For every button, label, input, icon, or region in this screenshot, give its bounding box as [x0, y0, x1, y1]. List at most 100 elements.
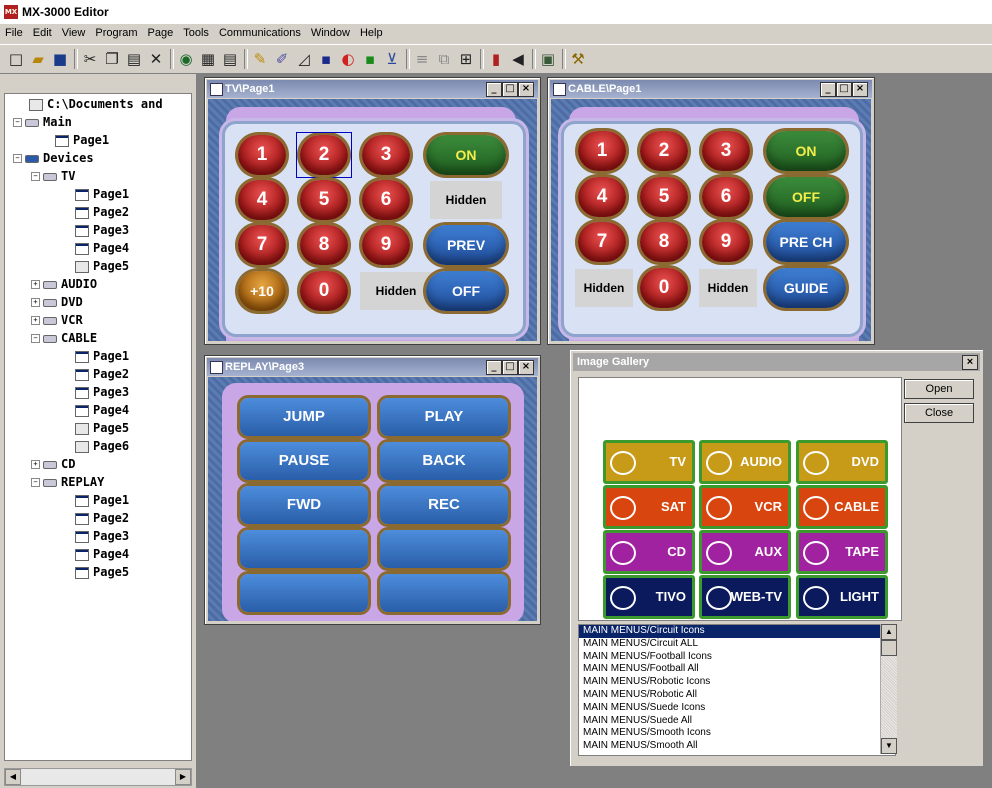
maximize-button[interactable]: □	[502, 360, 518, 375]
tree-tv-page2[interactable]: Page2	[75, 205, 129, 219]
sound-icon[interactable]: ◀	[508, 49, 528, 69]
menu-page[interactable]: Page	[143, 24, 179, 39]
delete-icon[interactable]: ✕	[146, 49, 166, 69]
tree-dvd[interactable]: + DVD	[31, 295, 83, 309]
transfer-icon[interactable]: ◐	[338, 49, 358, 69]
key-1[interactable]: 1	[238, 135, 286, 175]
key-1[interactable]: 1	[578, 131, 626, 171]
device-icon[interactable]: ◉	[176, 49, 196, 69]
list-item[interactable]: MAIN MENUS/Circuit Icons	[579, 625, 895, 638]
filter-icon[interactable]: ⊻	[382, 49, 402, 69]
fwd-button[interactable]: FWD	[240, 486, 368, 524]
tree-tv-page5[interactable]: Page5	[75, 259, 129, 273]
pre-ch-button[interactable]: PRE CH	[766, 222, 846, 262]
hidden-slot[interactable]: Hidden	[430, 181, 502, 219]
list-item[interactable]: MAIN MENUS/Football Icons	[579, 651, 895, 664]
tree-main[interactable]: − Main	[13, 115, 72, 129]
edit-button-icon[interactable]: ✎	[250, 49, 270, 69]
tree-vcr[interactable]: + VCR	[31, 313, 83, 327]
device-download-icon[interactable]: ▣	[538, 49, 558, 69]
list-item[interactable]: MAIN MENUS/Robotic Icons	[579, 676, 895, 689]
list-item[interactable]: MAIN MENUS/Circuit ALL	[579, 638, 895, 651]
key-7[interactable]: 7	[578, 222, 626, 262]
key-0[interactable]: 0	[640, 268, 688, 308]
list-item[interactable]: MAIN MENUS/Smooth All	[579, 740, 895, 753]
list-item[interactable]: MAIN MENUS/Football All	[579, 663, 895, 676]
tree-replay-page4[interactable]: Page4	[75, 547, 129, 561]
jump-button[interactable]: JUMP	[240, 398, 368, 436]
key-6[interactable]: 6	[702, 177, 750, 217]
tree-tv-page3[interactable]: Page3	[75, 223, 129, 237]
tree-replay-page3[interactable]: Page3	[75, 529, 129, 543]
key-7[interactable]: 7	[238, 225, 286, 265]
expand-icon[interactable]: +	[31, 298, 40, 307]
hidden-slot[interactable]: Hidden	[575, 269, 633, 307]
tree-horizontal-scrollbar[interactable]: ◀ ▶	[4, 768, 192, 786]
cable-page-window[interactable]: CABLE\Page1 _ □ × 1 2 3 ON 4 5 6 OFF 7 8…	[547, 77, 875, 345]
scroll-thumb[interactable]	[881, 640, 897, 656]
expand-icon[interactable]: +	[31, 280, 40, 289]
tile-vcr[interactable]: VCR	[699, 485, 791, 529]
new-file-icon[interactable]: □	[6, 49, 26, 69]
empty-button[interactable]	[240, 530, 368, 568]
hidden-slot[interactable]: Hidden	[360, 272, 432, 310]
off-button[interactable]: OFF	[766, 177, 846, 217]
collapse-icon[interactable]: −	[31, 334, 40, 343]
page-grid-icon[interactable]: ▦	[198, 49, 218, 69]
key-6[interactable]: 6	[362, 180, 410, 220]
tree-tv-page4[interactable]: Page4	[75, 241, 129, 255]
dialog-title-bar[interactable]: Image Gallery ×	[573, 353, 980, 371]
list-item[interactable]: MAIN MENUS/Suede All	[579, 715, 895, 728]
tree-cable-page6[interactable]: Page6	[75, 439, 129, 453]
tile-tivo[interactable]: TIVO	[603, 575, 695, 619]
save-icon[interactable]: ■	[50, 49, 70, 69]
tile-cable[interactable]: CABLE	[796, 485, 888, 529]
key-3[interactable]: 3	[702, 131, 750, 171]
scroll-down-icon[interactable]: ▼	[881, 738, 897, 754]
key-9[interactable]: 9	[362, 225, 410, 265]
plus10-button[interactable]: +10	[238, 271, 286, 311]
tree-replay-page1[interactable]: Page1	[75, 493, 129, 507]
collapse-icon[interactable]: −	[31, 478, 40, 487]
key-4[interactable]: 4	[578, 177, 626, 217]
wizard-icon[interactable]: ⚒	[568, 49, 588, 69]
menu-program[interactable]: Program	[90, 24, 142, 39]
close-button[interactable]: ×	[852, 82, 868, 97]
tree-cable-page2[interactable]: Page2	[75, 367, 129, 381]
gallery-list[interactable]: MAIN MENUS/Circuit Icons MAIN MENUS/Circ…	[578, 624, 896, 756]
draw-icon[interactable]: ◿	[294, 49, 314, 69]
tree-devices[interactable]: − Devices	[13, 151, 94, 165]
menu-view[interactable]: View	[57, 24, 91, 39]
replay-page-window[interactable]: REPLAY\Page3 _ □ × JUMP PLAY PAUSE BACK …	[204, 355, 541, 625]
tree-tv[interactable]: − TV	[31, 169, 75, 183]
cut-icon[interactable]: ✂	[80, 49, 100, 69]
off-button[interactable]: OFF	[426, 271, 506, 311]
remote-icon[interactable]: ▮	[486, 49, 506, 69]
menu-help[interactable]: Help	[355, 24, 388, 39]
edit-text-icon[interactable]: ✐	[272, 49, 292, 69]
key-5[interactable]: 5	[300, 180, 348, 220]
stack-icon[interactable]: ⧉	[434, 49, 454, 69]
tree-root[interactable]: C:\Documents and	[29, 97, 163, 111]
image-gallery-dialog[interactable]: Image Gallery × Open Close TV AUDIO DVD …	[569, 349, 984, 767]
tree-audio[interactable]: + AUDIO	[31, 277, 97, 291]
image-icon[interactable]: ⊞	[456, 49, 476, 69]
back-button[interactable]: BACK	[380, 442, 508, 480]
prev-button[interactable]: PREV	[426, 225, 506, 265]
menu-communications[interactable]: Communications	[214, 24, 306, 39]
tree-cable[interactable]: − CABLE	[31, 331, 97, 345]
expand-icon[interactable]: +	[31, 460, 40, 469]
tv-page-window[interactable]: TV\Page1 _ □ × 1 2 3 ON 4 5 6 Hidden 7 8…	[204, 77, 541, 345]
tree-cable-page5[interactable]: Page5	[75, 421, 129, 435]
tile-dvd[interactable]: DVD	[796, 440, 888, 484]
collapse-icon[interactable]: −	[13, 118, 22, 127]
tree-replay-page2[interactable]: Page2	[75, 511, 129, 525]
close-icon[interactable]: ×	[962, 355, 978, 370]
tree-tv-page1[interactable]: Page1	[75, 187, 129, 201]
empty-button[interactable]	[380, 530, 508, 568]
key-0[interactable]: 0	[300, 271, 348, 311]
tree-cable-page3[interactable]: Page3	[75, 385, 129, 399]
key-8[interactable]: 8	[300, 225, 348, 265]
align-icon[interactable]: ≡	[412, 49, 432, 69]
on-button[interactable]: ON	[766, 131, 846, 171]
